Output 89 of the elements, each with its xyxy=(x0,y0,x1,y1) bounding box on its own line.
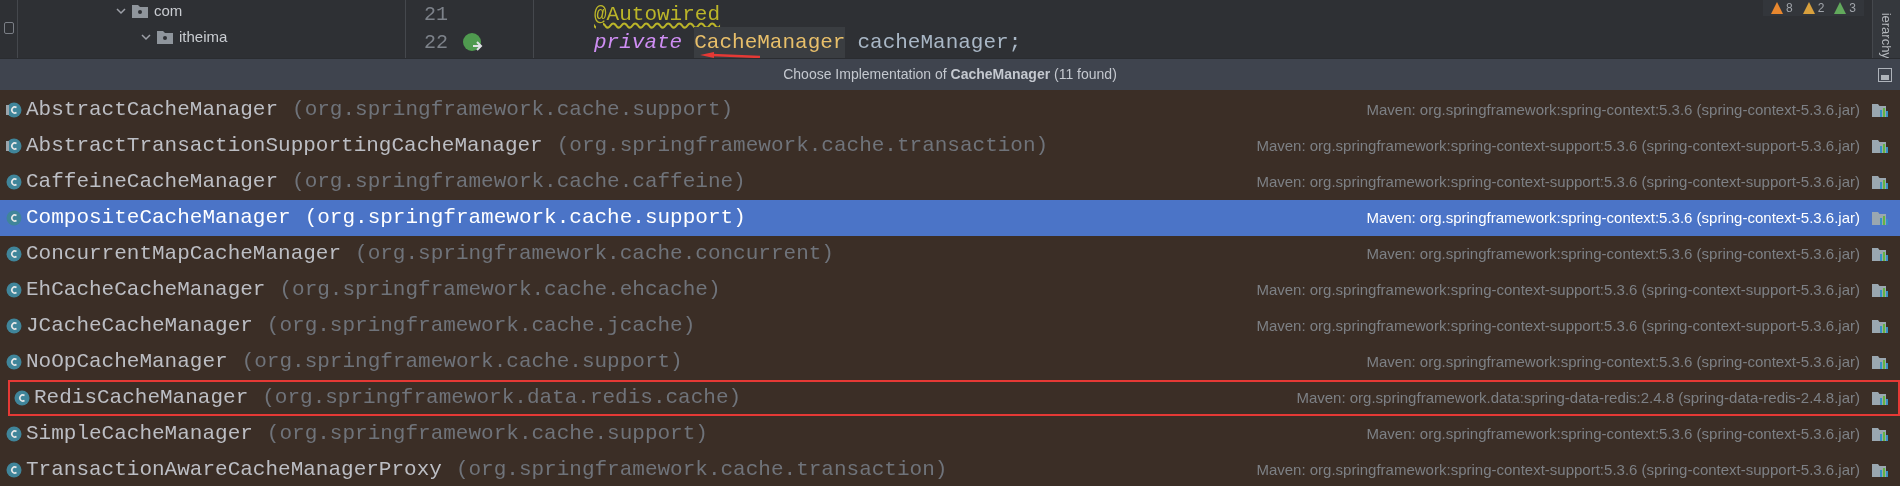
package-name: (org.springframework.cache.support) xyxy=(292,97,734,124)
line-number: 21 xyxy=(424,2,448,28)
tree-item[interactable]: com xyxy=(154,0,183,23)
panel-toggle-icon[interactable] xyxy=(3,22,14,34)
library-icon xyxy=(1872,426,1890,442)
chevron-icon[interactable] xyxy=(141,32,151,42)
class-name: CompositeCacheManager xyxy=(26,205,291,232)
annotation-arrow xyxy=(700,52,760,58)
class-name: SimpleCacheManager xyxy=(26,421,253,448)
library-icon xyxy=(1872,354,1890,370)
package-name: (org.springframework.cache.transaction) xyxy=(556,133,1049,160)
library-icon xyxy=(1872,210,1890,226)
library-icon xyxy=(1872,282,1890,298)
library-location: Maven: org.springframework:spring-context:5.3.6 (spring-context-5.3.6.jar) xyxy=(1366,99,1860,120)
package-name: (org.springframework.cache.jcache) xyxy=(266,313,696,340)
class-icon xyxy=(14,390,30,406)
class-name: EhCacheCacheManager xyxy=(26,277,266,304)
library-location: Maven: org.springframework:spring-context:5.3.6 (spring-context-5.3.6.jar) xyxy=(1366,243,1860,264)
class-icon xyxy=(6,318,22,334)
implementation-row[interactable]: JCacheCacheManager (org.springframework.cache.jcache) Maven: org.springframework:spring-context-support:5.3.6 (spring-context-support-5.3.6.jar) xyxy=(0,308,1900,344)
code-token: @Autowired xyxy=(594,2,721,29)
package-name: (org.springframework.cache.concurrent) xyxy=(355,241,834,268)
implementation-row[interactable]: TransactionAwareCacheManagerProxy (org.springframework.cache.transaction) Maven: org.springframework:spring-context-support:5.3.6 (spring-context-support-5.3.6.jar) xyxy=(0,452,1900,486)
line-number: 22 xyxy=(424,30,448,56)
class-icon xyxy=(6,354,22,370)
class-icon xyxy=(6,210,22,226)
tree-item[interactable]: itheima xyxy=(179,25,228,49)
implementation-row[interactable]: CompositeCacheManager (org.springframework.cache.support) Maven: org.springframework:spring-context:5.3.6 (spring-context-5.3.6.jar) xyxy=(0,200,1900,236)
package-name: (org.springframework.cache.transaction) xyxy=(455,457,948,484)
inspection-count: 3 xyxy=(1849,2,1856,14)
library-icon xyxy=(1872,246,1890,262)
implementation-row[interactable]: ConcurrentMapCacheManager (org.springframework.cache.concurrent) Maven: org.springframework:spring-context:5.3.6 (spring-context-5.3.6.jar) xyxy=(0,236,1900,272)
library-icon xyxy=(1872,174,1890,190)
package-name: (org.springframework.data.redis.cache) xyxy=(262,385,742,412)
library-location: Maven: org.springframework:spring-context-support:5.3.6 (spring-context-support-5.3.6.jar) xyxy=(1256,171,1860,192)
class-name: TransactionAwareCacheManagerProxy xyxy=(26,457,442,484)
code-token: private xyxy=(594,30,683,57)
chevron-icon[interactable] xyxy=(116,6,126,16)
library-icon xyxy=(1872,462,1890,478)
abstract-class-icon xyxy=(6,102,22,118)
class-name: ConcurrentMapCacheManager xyxy=(26,241,342,268)
library-location: Maven: org.springframework:spring-context-support:5.3.6 (spring-context-support-5.3.6.jar) xyxy=(1256,135,1860,156)
inspection-count: 2 xyxy=(1817,2,1825,14)
implementation-row[interactable]: AbstractTransactionSupportingCacheManager (org.springframework.cache.transaction) Maven: org.springframework:spring-context-support:5.3.6 (spring-context-support-5.3.6.jar) xyxy=(0,128,1900,164)
folder-icon xyxy=(132,4,148,18)
package-name: (org.springframework.cache.caffeine) xyxy=(292,169,746,196)
class-name: AbstractCacheManager xyxy=(26,97,279,124)
library-location: Maven: org.springframework:spring-context:5.3.6 (spring-context-5.3.6.jar) xyxy=(1366,423,1860,444)
library-icon xyxy=(1872,390,1890,406)
implementation-row[interactable]: EhCacheCacheManager (org.springframework.cache.ehcache) Maven: org.springframework:spring-context-support:5.3.6 (spring-context-support-5.3.6.jar) xyxy=(0,272,1900,308)
class-icon xyxy=(6,282,22,298)
class-icon xyxy=(6,246,22,262)
code-token: CacheManager xyxy=(694,27,846,58)
warning-icon[interactable] xyxy=(1802,2,1815,14)
library-icon xyxy=(1872,138,1890,154)
abstract-class-icon xyxy=(6,138,22,154)
warning-icon[interactable] xyxy=(1770,2,1783,14)
library-icon xyxy=(1872,102,1890,118)
popup-title: Choose Implementation of CacheManager (11 found) xyxy=(783,65,1117,84)
library-location: Maven: org.springframework:spring-context:5.3.6 (spring-context-5.3.6.jar) xyxy=(1366,207,1860,228)
package-name: (org.springframework.cache.support) xyxy=(304,205,746,232)
library-location: Maven: org.springframework.data:spring-data-redis:2.4.8 (spring-data-redis-2.4.8.jar) xyxy=(1296,387,1860,408)
library-location: Maven: org.springframework:spring-context-support:5.3.6 (spring-context-support-5.3.6.jar) xyxy=(1256,279,1860,300)
class-name: RedisCacheManager xyxy=(34,385,249,412)
implementation-row[interactable]: NoOpCacheManager (org.springframework.cache.support) Maven: org.springframework:spring-context:5.3.6 (spring-context-5.3.6.jar) xyxy=(0,344,1900,380)
code-token: cacheManager; xyxy=(857,30,1022,57)
library-icon xyxy=(1872,318,1890,334)
library-location: Maven: org.springframework:spring-context:5.3.6 (spring-context-5.3.6.jar) xyxy=(1366,351,1860,372)
inspection-count: 8 xyxy=(1785,2,1793,14)
warning-icon[interactable] xyxy=(1834,2,1847,14)
class-icon xyxy=(6,174,22,190)
implemented-icon[interactable] xyxy=(462,32,484,54)
package-name: (org.springframework.cache.support) xyxy=(266,421,708,448)
implementation-row[interactable]: RedisCacheManager (org.springframework.data.redis.cache) Maven: org.springframework.data:spring-data-redis:2.4.8 (spring-data-redis-2.4.8.jar) xyxy=(8,380,1900,416)
implementation-row[interactable]: AbstractCacheManager (org.springframework.cache.support) Maven: org.springframework:spring-context:5.3.6 (spring-context-5.3.6.jar) xyxy=(0,92,1900,128)
library-location: Maven: org.springframework:spring-context-support:5.3.6 (spring-context-support-5.3.6.jar) xyxy=(1256,315,1860,336)
pin-icon[interactable] xyxy=(1878,67,1892,82)
class-name: CaffeineCacheManager xyxy=(26,169,279,196)
implementation-row[interactable]: CaffeineCacheManager (org.springframework.cache.caffeine) Maven: org.springframework:spring-context-support:5.3.6 (spring-context-support-5.3.6.jar) xyxy=(0,164,1900,200)
class-name: AbstractTransactionSupportingCacheManager xyxy=(26,133,543,160)
class-icon xyxy=(6,462,22,478)
class-name: NoOpCacheManager xyxy=(26,349,228,376)
folder-icon xyxy=(157,30,173,44)
implementation-row[interactable]: SimpleCacheManager (org.springframework.cache.support) Maven: org.springframework:spring-context:5.3.6 (spring-context-5.3.6.jar) xyxy=(0,416,1900,452)
package-name: (org.springframework.cache.ehcache) xyxy=(279,277,721,304)
library-location: Maven: org.springframework:spring-context-support:5.3.6 (spring-context-support-5.3.6.jar) xyxy=(1256,459,1860,480)
package-name: (org.springframework.cache.support) xyxy=(241,349,683,376)
class-name: JCacheCacheManager xyxy=(26,313,253,340)
class-icon xyxy=(6,426,22,442)
